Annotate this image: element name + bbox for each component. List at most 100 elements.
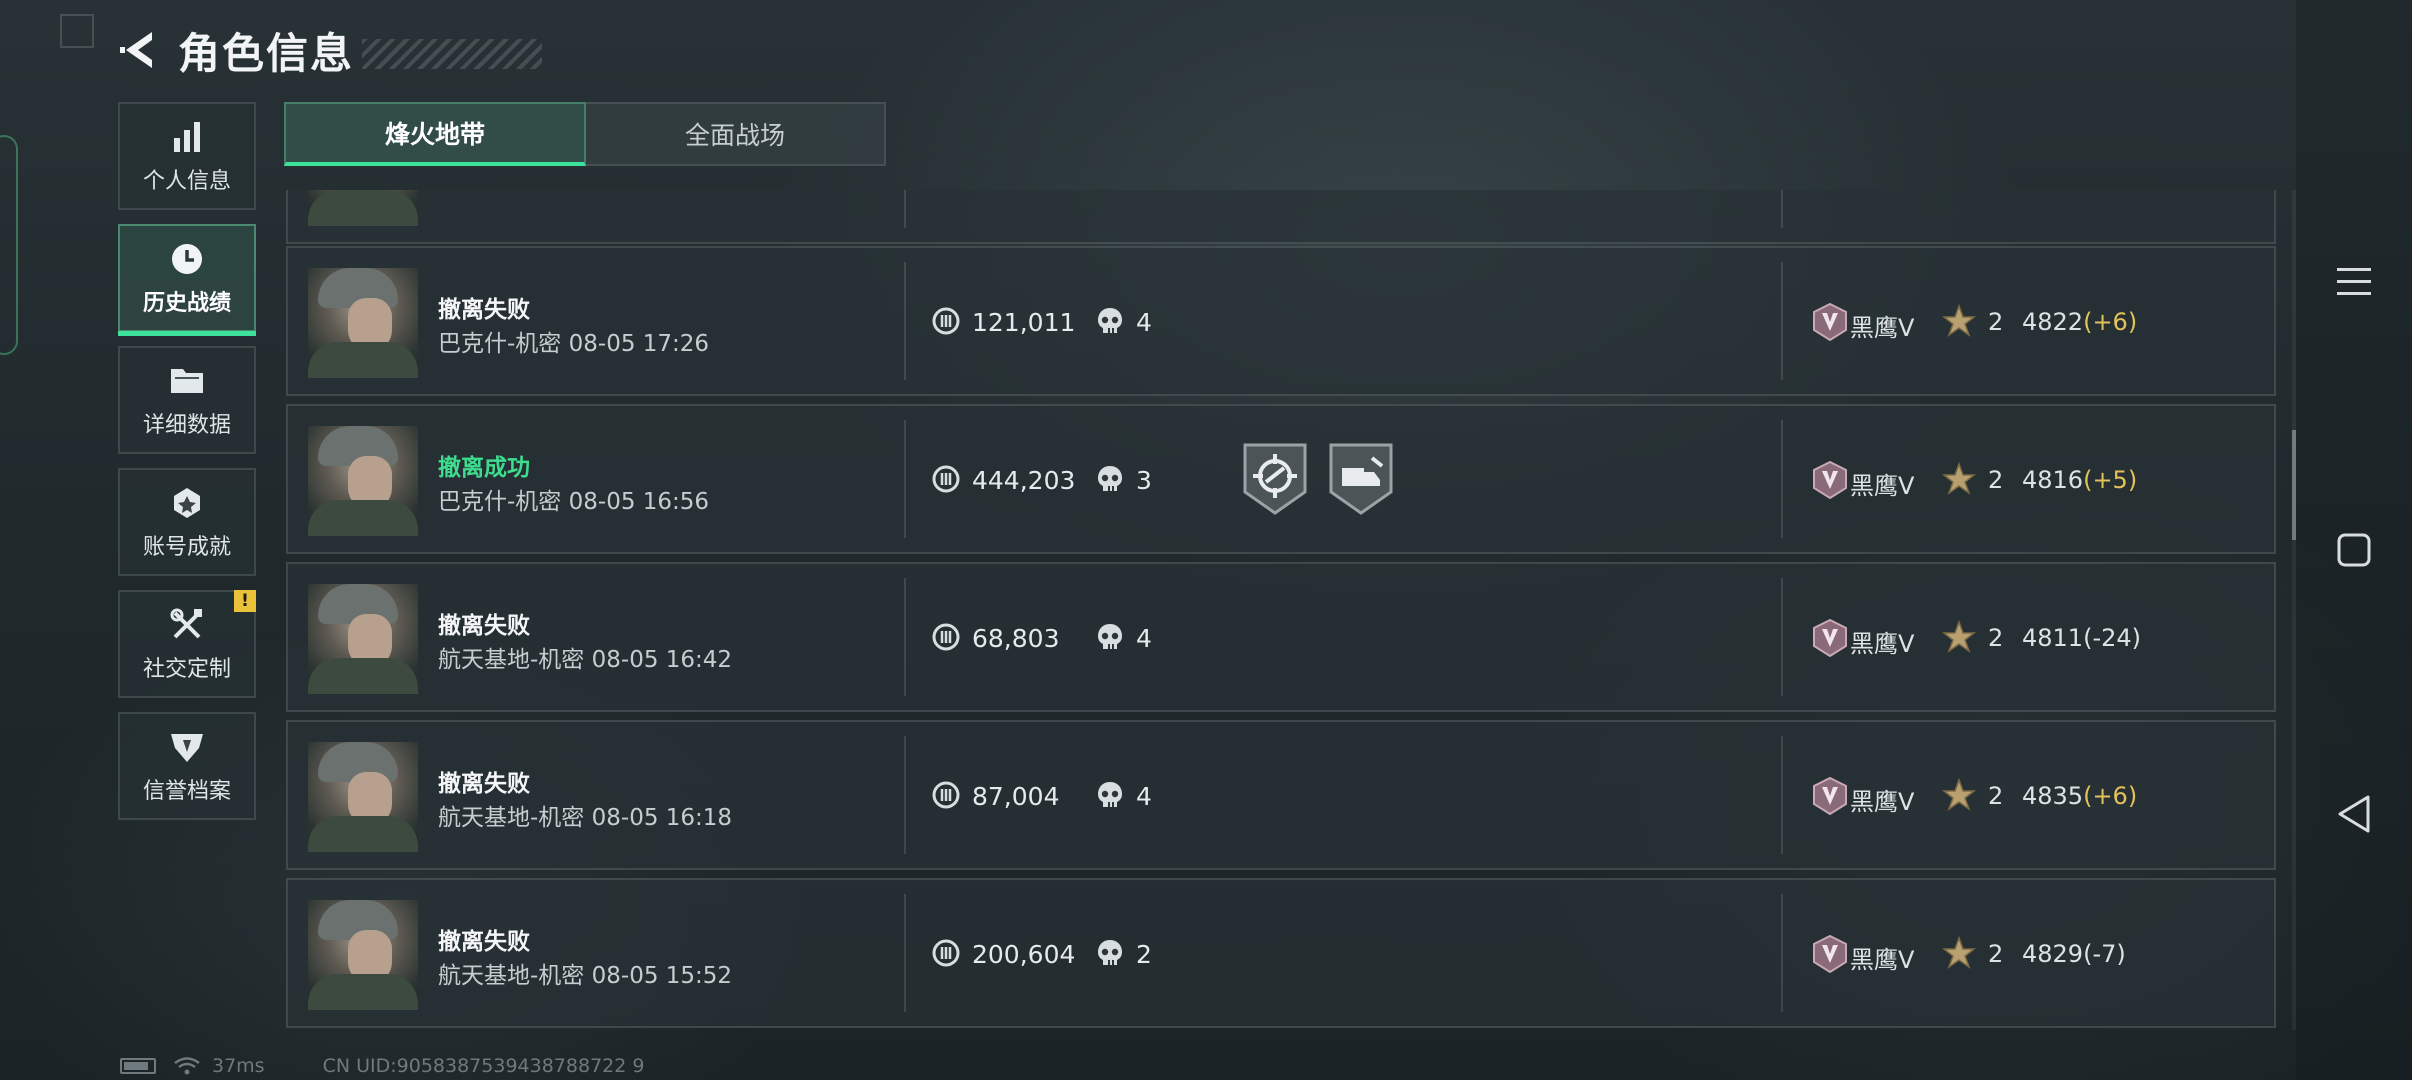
- rank-badge-icon: [1813, 461, 1847, 499]
- home-button[interactable]: [2324, 520, 2384, 580]
- sidebar-item-achievements[interactable]: 账号成就: [118, 468, 256, 576]
- star-count: 2: [1988, 308, 2004, 336]
- skull-icon: [1098, 940, 1122, 965]
- system-nav-bar: [2296, 0, 2412, 1080]
- cargo-medal-icon[interactable]: [1328, 442, 1394, 516]
- menu-button[interactable]: [2324, 252, 2384, 312]
- match-time: 08-05 16:18: [591, 805, 733, 831]
- loot-value: 87,004: [972, 782, 1060, 811]
- score-delta: (-7): [2083, 940, 2126, 968]
- star-icon: [1942, 778, 1976, 811]
- sidebar-item-credit[interactable]: 信誉档案: [118, 712, 256, 820]
- extraction-result: 撤离失败: [438, 771, 530, 797]
- star-count: 2: [1988, 940, 2004, 968]
- ping-readout: 37ms: [212, 1055, 265, 1077]
- tab-battlefield[interactable]: 全面战场: [586, 102, 886, 166]
- row-divider: [1781, 578, 1783, 696]
- score-delta: (+6): [2083, 308, 2138, 336]
- row-divider: [1781, 420, 1783, 538]
- row-divider: [904, 262, 906, 380]
- row-divider: [1781, 894, 1783, 1012]
- loot-value: 200,604: [972, 940, 1076, 969]
- edge-handle[interactable]: [0, 135, 18, 355]
- row-divider: [1781, 190, 1783, 228]
- star-icon: [1942, 620, 1976, 653]
- rank-name: 黑鹰V: [1850, 788, 1915, 816]
- operator-avatar: [308, 900, 418, 1010]
- rank-score: 4829(-7): [2022, 940, 2126, 968]
- skull-icon: [1098, 466, 1122, 491]
- map-name: 航天基地-机密: [438, 805, 585, 831]
- kill-count: 4: [1136, 782, 1152, 811]
- loot-value: 121,011: [972, 308, 1076, 337]
- rank-badge-icon: [1813, 935, 1847, 973]
- operator-avatar: [308, 426, 418, 536]
- match-row[interactable]: 撤离成功 巴克什-机密 08-05 16:56 444,203 3 黑鹰V 2 4816(+…: [286, 404, 2276, 554]
- rank-name: 黑鹰V: [1850, 314, 1915, 342]
- back-nav-button[interactable]: [2324, 784, 2384, 844]
- sidebar-item-history[interactable]: 历史战绩: [118, 224, 256, 336]
- match-row[interactable]: 撤离失败 航天基地-机密 08-05 16:18 87,004 4 黑鹰V 2 4835(+…: [286, 720, 2276, 870]
- match-history-list[interactable]: 撤离失败 巴克什-机密 08-05 17:26 121,011 4 黑鹰V 2 4822(+…: [284, 190, 2278, 1030]
- score-delta: (-24): [2083, 624, 2142, 652]
- sidebar-item-label: 信誉档案: [142, 779, 231, 804]
- page-header: 角色信息: [118, 22, 543, 78]
- match-detail: 航天基地-机密 08-05 16:18: [438, 798, 732, 832]
- row-divider: [904, 578, 906, 696]
- loot-value: 68,803: [972, 624, 1060, 653]
- value-coin-icon: [932, 781, 960, 809]
- value-coin-icon: [932, 939, 960, 967]
- crosshair-medal-icon[interactable]: [1242, 442, 1308, 516]
- row-divider: [904, 420, 906, 538]
- bar-chart-icon: [167, 117, 207, 157]
- tools-icon: [167, 605, 207, 645]
- skull-icon: [1098, 308, 1122, 333]
- score-value: 4811: [2022, 624, 2084, 652]
- map-name: 巴克什-机密: [438, 331, 562, 357]
- sidebar-item-profile[interactable]: 个人信息: [118, 102, 256, 210]
- match-row[interactable]: 撤离失败 航天基地-机密 08-05 15:52 200,604 2 黑鹰V 2 4829(…: [286, 878, 2276, 1028]
- clock-icon: [167, 239, 207, 279]
- rank-name: 黑鹰V: [1850, 472, 1915, 500]
- operator-avatar: [308, 190, 418, 226]
- star-icon: [1942, 936, 1976, 969]
- match-time: 08-05 17:26: [568, 331, 710, 357]
- sidebar-item-label: 个人信息: [142, 169, 231, 194]
- battery-icon: [120, 1058, 156, 1074]
- rank-score: 4835(+6): [2022, 782, 2137, 810]
- kill-count: 4: [1136, 624, 1152, 653]
- star-count: 2: [1988, 782, 2004, 810]
- loot-value: 444,203: [972, 466, 1076, 495]
- kill-count: 4: [1136, 308, 1152, 337]
- map-name: 巴克什-机密: [438, 489, 562, 515]
- star-icon: [1942, 462, 1976, 495]
- rank-badge-icon: [1813, 303, 1847, 341]
- skull-icon: [1098, 782, 1122, 807]
- match-detail: 航天基地-机密 08-05 15:52: [438, 956, 732, 990]
- sidebar-item-label: 社交定制: [142, 657, 231, 682]
- alert-badge: !: [234, 590, 256, 612]
- sidebar-item-label: 详细数据: [142, 413, 231, 438]
- kill-count: 2: [1136, 940, 1152, 969]
- match-row[interactable]: 撤离失败 巴克什-机密 08-05 17:26 121,011 4 黑鹰V 2 4822(+…: [286, 246, 2276, 396]
- star-icon: [1942, 304, 1976, 337]
- match-time: 08-05 16:42: [591, 647, 733, 673]
- back-arrow-icon: [120, 32, 152, 68]
- match-time: 08-05 15:52: [591, 963, 733, 989]
- folder-icon: [167, 361, 207, 401]
- tab-warzone[interactable]: 烽火地带: [284, 102, 586, 166]
- map-name: 航天基地-机密: [438, 647, 585, 673]
- back-button[interactable]: [118, 22, 164, 78]
- rank-score: 4816(+5): [2022, 466, 2137, 494]
- title-decoration: [362, 39, 543, 69]
- achievement-icon: [167, 483, 207, 523]
- operator-avatar: [308, 268, 418, 378]
- row-divider: [904, 190, 906, 228]
- row-divider: [904, 736, 906, 854]
- match-row-partial[interactable]: [286, 190, 2276, 244]
- sidebar-item-details[interactable]: 详细数据: [118, 346, 256, 454]
- rank-score: 4811(-24): [2022, 624, 2141, 652]
- match-row[interactable]: 撤离失败 航天基地-机密 08-05 16:42 68,803 4 黑鹰V 2 4811(-…: [286, 562, 2276, 712]
- sidebar-item-social[interactable]: 社交定制 !: [118, 590, 256, 698]
- sidebar: 个人信息 历史战绩 详细数据 账号成就 社交定制 ! 信誉档案: [118, 102, 256, 834]
